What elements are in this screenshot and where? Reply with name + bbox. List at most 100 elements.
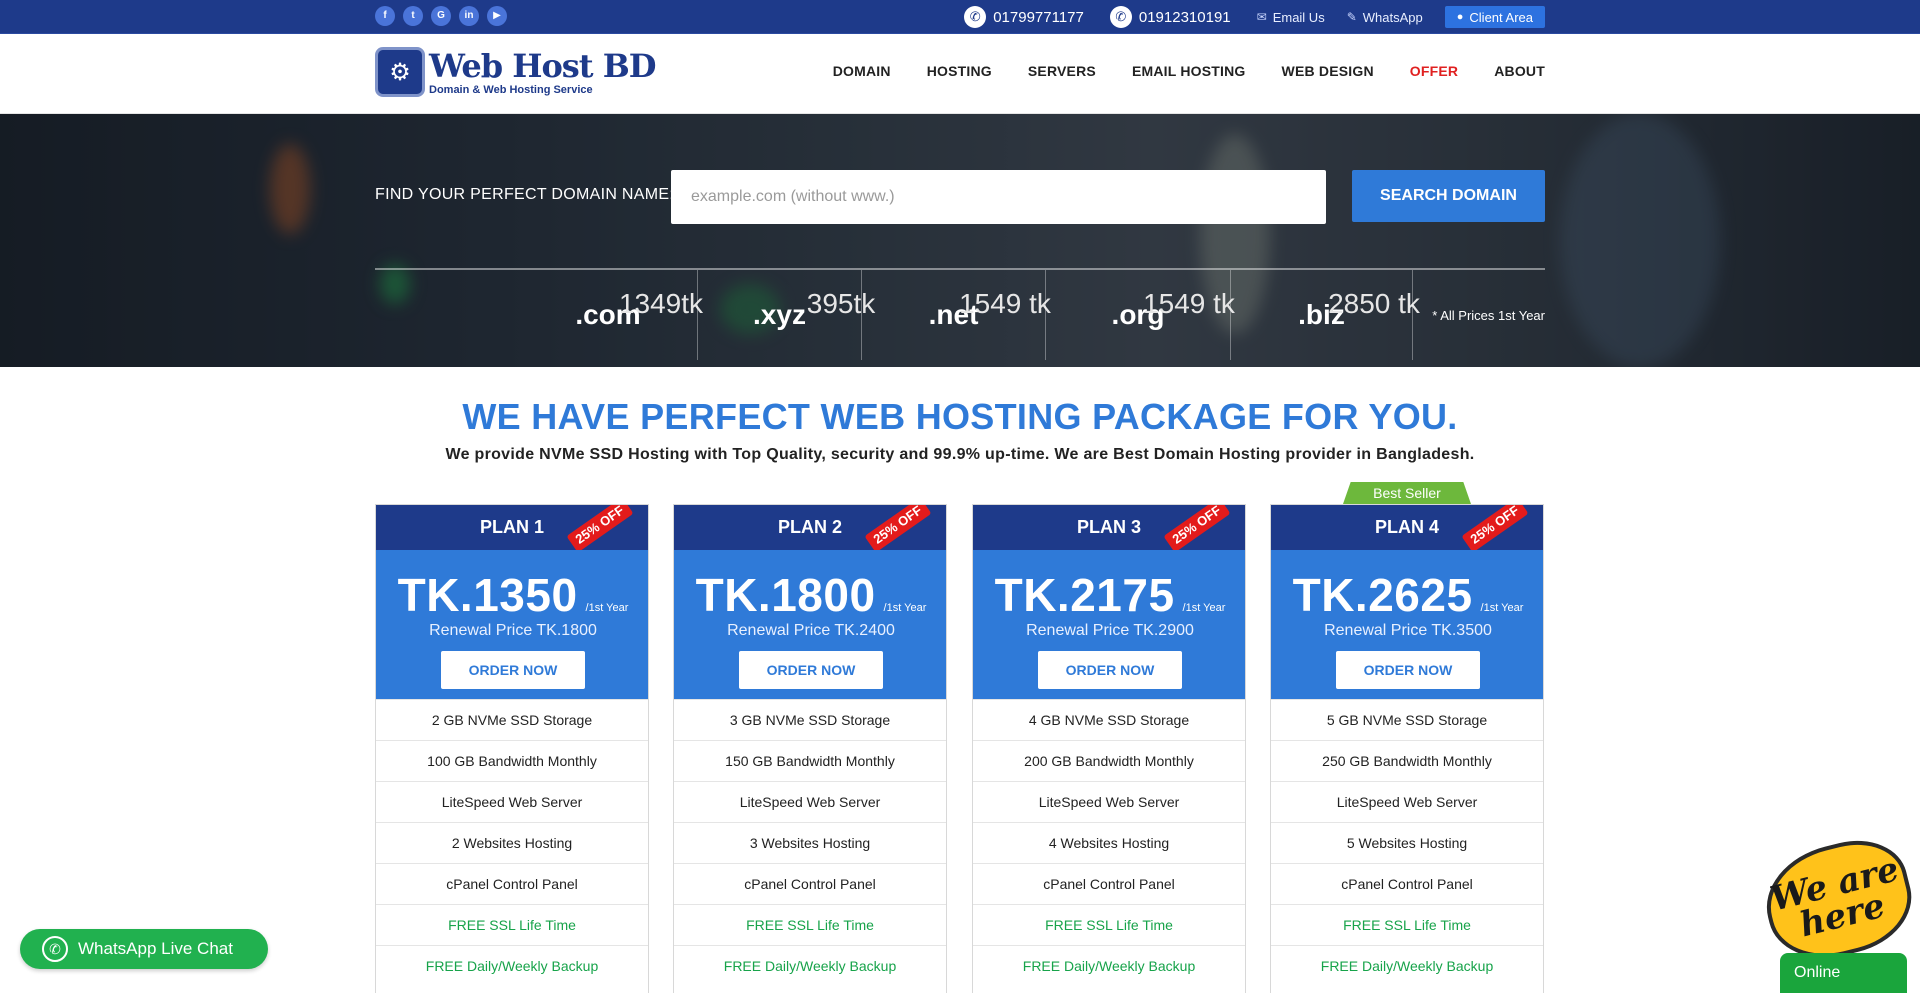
phone-icon: ✆ [964,6,987,28]
top-bar: f t Gin ▶ ✆ 01799771177 ✆ 01912310191 ✉ Ema… [0,0,1920,34]
plan-price: TK.2175/1st Year [973,568,1247,622]
hosting-section-title: WE HAVE PERFECT WEB HOSTING PACKAGE FOR … [462,396,1458,437]
plan-header: PLAN 4 25% OFF [1271,505,1543,550]
whatsapp-link[interactable]: ✎ WhatsApp [1347,10,1423,25]
price-period: /1st Year [883,602,927,614]
plan-features: 4 GB NVMe SSD Storage 200 GB Bandwidth Mo… [973,699,1245,986]
plan-feature: FREE SSL Life Time [376,904,648,945]
we-are-here-badge[interactable]: We are here [1754,829,1920,971]
tld-biz[interactable]: .biz 2850 tk [1231,270,1420,360]
plan-features: 3 GB NVMe SSD Storage 150 GB Bandwidth Mo… [674,699,946,986]
plan-header: PLAN 3 25% OFF [973,505,1245,550]
plan-price-box: TK.2625/1st Year Renewal Price TK.3500 O… [1271,550,1543,699]
google-icon[interactable]: G [431,6,451,26]
plan-price-box: TK.1800/1st Year Renewal Price TK.2400 O… [674,550,946,699]
plan-feature: cPanel Control Panel [674,863,946,904]
renewal-price: Renewal Price TK.2400 [727,622,895,639]
nav-item-about[interactable]: ABOUT [1494,63,1545,79]
renewal-price: Renewal Price TK.3500 [1324,622,1492,639]
tld-net[interactable]: .net 1549 tk [862,270,1051,360]
plan-card: PLAN 2 25% OFF TK.1800/1st Year Renewal … [673,504,947,993]
whatsapp-icon: ✆ [42,936,68,962]
youtube-icon[interactable]: ▶ [487,6,507,26]
plan-card: PLAN 3 25% OFF TK.2175/1st Year Renewal … [972,504,1246,993]
chat-icon: ✎ [1346,10,1357,24]
plan-price-box: TK.2175/1st Year Renewal Price TK.2900 O… [973,550,1245,699]
nav-item-servers[interactable]: SERVERS [1028,63,1096,79]
discount-ribbon: 25% OFF [864,505,932,550]
price-amount: TK.1800 [695,569,876,621]
plan-feature: 4 GB NVMe SSD Storage [973,699,1245,740]
discount-ribbon: 25% OFF [1461,505,1529,550]
main-nav: DOMAIN HOSTING SERVERS EMAIL HOSTING WEB DES… [833,63,1545,79]
email-link[interactable]: ✉ Email Us [1257,10,1325,25]
order-now-button[interactable]: ORDER NOW [1336,651,1480,689]
site-header: ⚙ Web Host BD Domain & Web Hosting Servi… [0,35,1920,114]
logo-gear-icon: ⚙ [375,47,425,97]
nav-item-domain[interactable]: DOMAIN [833,63,891,79]
domain-search-input[interactable] [671,170,1326,224]
linkedin-icon[interactable]: in [459,6,479,26]
order-now-button[interactable]: ORDER NOW [441,651,585,689]
domain-search-hero: FIND YOUR PERFECT DOMAIN NAME: SEARCH DO… [0,114,1920,367]
plan-feature: LiteSpeed Web Server [1271,781,1543,822]
phone-link-1[interactable]: ✆ 01799771177 [964,6,1084,28]
plan-feature: LiteSpeed Web Server [376,781,648,822]
nav-item-offer[interactable]: OFFER [1410,63,1458,79]
best-seller-badge: Best Seller [1343,482,1471,504]
plan-name: PLAN 1 [479,517,544,537]
twitter-icon[interactable]: t [403,6,423,26]
plan-feature: 150 GB Bandwidth Monthly [674,740,946,781]
renewal-price: Renewal Price TK.1800 [429,622,597,639]
social-links: f t Gin ▶ [375,6,507,26]
plan-feature: FREE SSL Life Time [973,904,1245,945]
price-period: /1st Year [1480,602,1524,614]
nav-item-web-design[interactable]: WEB DESIGN [1282,63,1374,79]
discount-ribbon: 25% OFF [566,505,634,550]
plan-feature: 4 Websites Hosting [973,822,1245,863]
order-now-button[interactable]: ORDER NOW [739,651,883,689]
client-area-label: Client Area [1469,9,1533,25]
user-icon: ● [1456,11,1464,23]
hosting-section-subtitle: We provide NVMe SSD Hosting with Top Qua… [445,446,1475,463]
site-logo[interactable]: ⚙ Web Host BD Domain & Web Hosting Servi… [375,47,657,97]
phone-icon: ✆ [1109,6,1132,28]
email-label: Email Us [1272,9,1325,25]
phone-link-2[interactable]: ✆ 01912310191 [1109,6,1231,28]
discount-ribbon: 25% OFF [1163,505,1231,550]
logo-tagline: Domain & Web Hosting Service [429,83,593,96]
plan-feature: LiteSpeed Web Server [674,781,946,822]
plan-feature: 3 GB NVMe SSD Storage [674,699,946,740]
facebook-icon[interactable]: f [375,6,395,26]
plan-feature: FREE Daily/Weekly Backup [1271,945,1543,986]
plan-feature: FREE Daily/Weekly Backup [674,945,946,986]
nav-item-hosting[interactable]: HOSTING [927,63,992,79]
plan-feature: 3 Websites Hosting [674,822,946,863]
price-period: /1st Year [585,602,629,614]
tld-com[interactable]: .com 1349tk [518,270,703,360]
tld-separator [1412,270,1413,360]
top-bar-inner: f t Gin ▶ ✆ 01799771177 ✆ 01912310191 ✉ Ema… [375,0,1545,34]
plan-feature: 250 GB Bandwidth Monthly [1271,740,1543,781]
order-now-button[interactable]: ORDER NOW [1038,651,1182,689]
tld-org[interactable]: .org 1549 tk [1046,270,1235,360]
plan-name: PLAN 4 [1374,517,1439,537]
plan-feature: FREE SSL Life Time [674,904,946,945]
whatsapp-live-chat-button[interactable]: ✆ WhatsApp Live Chat [20,929,268,969]
plan-feature: 5 Websites Hosting [1271,822,1543,863]
price-amount: TK.2625 [1292,569,1473,621]
plan-header: PLAN 2 25% OFF [674,505,946,550]
client-area-button[interactable]: ● Client Area [1444,6,1545,28]
price-amount: TK.2175 [994,569,1175,621]
plan-feature: cPanel Control Panel [1271,863,1543,904]
nav-item-email-hosting[interactable]: EMAIL HOSTING [1132,63,1246,79]
plan-price: TK.1350/1st Year [376,568,650,622]
plan-feature: cPanel Control Panel [376,863,648,904]
plan-name: PLAN 3 [1076,517,1141,537]
plan-card: PLAN 1 25% OFF TK.1350/1st Year Renewal … [375,504,649,993]
phone-number-2: 01912310191 [1138,8,1231,26]
plan-feature: 2 Websites Hosting [376,822,648,863]
search-domain-button[interactable]: SEARCH DOMAIN [1352,170,1545,222]
online-chat-tab[interactable]: Online [1780,953,1907,993]
tld-xyz[interactable]: .xyz 395tk [698,270,875,360]
